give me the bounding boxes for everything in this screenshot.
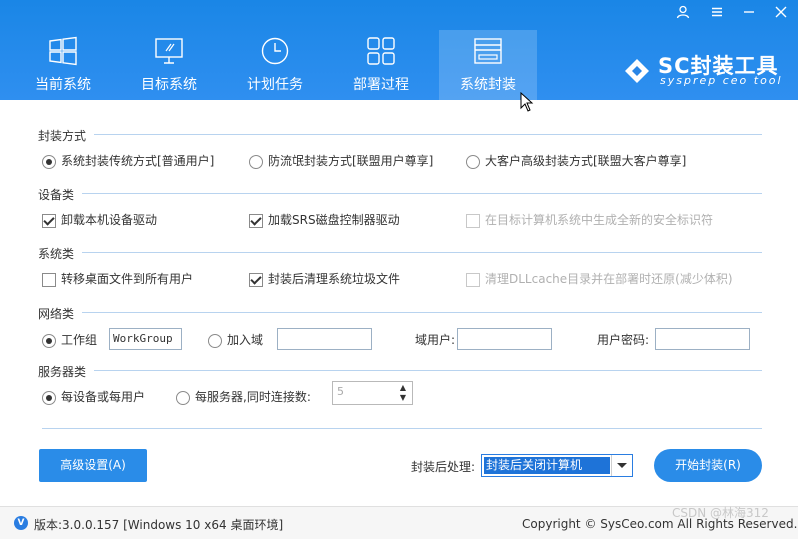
- checkbox-icon: [42, 213, 56, 228]
- option-label: 工作组: [61, 333, 98, 347]
- checkbox-load-srs[interactable]: 加载SRS磁盘控制器驱动: [249, 211, 400, 229]
- app-logo: SC封装工具 sysprep ceo tool: [622, 50, 792, 90]
- tab-label: 计划任务: [247, 77, 303, 93]
- section-title-network: 网络类: [38, 307, 75, 321]
- option-label: 防流氓封装方式[联盟用户尊享]: [268, 154, 434, 168]
- menu-icon[interactable]: [708, 5, 726, 23]
- checkbox-icon: [249, 213, 263, 228]
- checkbox-icon: [466, 272, 480, 287]
- checkbox-icon: [42, 272, 56, 287]
- chevron-up-icon[interactable]: ▲: [396, 383, 410, 393]
- checkbox-icon: [466, 213, 480, 228]
- radio-icon: [176, 390, 190, 405]
- workgroup-input[interactable]: WorkGroup: [109, 328, 182, 350]
- radio-pack-traditional[interactable]: 系统封装传统方式[普通用户]: [42, 152, 214, 170]
- tab-target-system[interactable]: 目标系统: [120, 30, 218, 100]
- password-label: 用户密码:: [597, 333, 650, 347]
- domain-user-input[interactable]: [457, 328, 552, 350]
- option-label: 封装后清理系统垃圾文件: [268, 272, 401, 286]
- section-divider: [94, 370, 762, 371]
- radio-workgroup[interactable]: 工作组: [42, 331, 97, 349]
- monitor-icon: [155, 38, 183, 64]
- post-process-select[interactable]: 封装后关闭计算机: [481, 454, 633, 477]
- tab-scheduled-tasks[interactable]: 计划任务: [226, 30, 324, 100]
- bottom-divider: [42, 428, 762, 429]
- logo-subtitle: sysprep ceo tool: [660, 74, 783, 87]
- start-pack-button[interactable]: 开始封装(R): [654, 449, 762, 482]
- drive-icon: [474, 38, 502, 64]
- clock-icon: [261, 37, 289, 65]
- radio-icon: [42, 390, 56, 405]
- radio-icon: [42, 154, 56, 169]
- option-label: 加载SRS磁盘控制器驱动: [268, 213, 400, 227]
- domain-input[interactable]: [277, 328, 372, 350]
- tab-label: 系统封装: [460, 77, 516, 93]
- dropdown-arrow-icon[interactable]: [611, 455, 632, 476]
- radio-per-server[interactable]: 每服务器,同时连接数:: [176, 388, 311, 406]
- section-divider: [94, 134, 762, 135]
- version-text: 版本:3.0.0.157 [Windows 10 x64 桌面环境]: [34, 518, 284, 532]
- checkbox-icon: [249, 272, 263, 287]
- tab-system-pack[interactable]: 系统封装: [439, 30, 537, 100]
- close-icon[interactable]: [772, 5, 790, 23]
- radio-icon: [208, 333, 222, 348]
- radio-pack-anti-rogue[interactable]: 防流氓封装方式[联盟用户尊享]: [249, 152, 433, 170]
- option-label: 在目标计算机系统中生成全新的安全标识符: [485, 213, 714, 227]
- tab-current-system[interactable]: 当前系统: [14, 30, 112, 100]
- option-label: 转移桌面文件到所有用户: [61, 272, 194, 286]
- option-label: 卸载本机设备驱动: [61, 213, 158, 227]
- domain-user-label: 域用户:: [415, 333, 456, 347]
- radio-per-device[interactable]: 每设备或每用户: [42, 388, 145, 406]
- section-title-pack-mode: 封装方式: [38, 129, 87, 143]
- option-label: 大客户高级封装方式[联盟大客户尊享]: [485, 154, 687, 168]
- checkbox-uninstall-drivers[interactable]: 卸载本机设备驱动: [42, 211, 157, 229]
- radio-join-domain[interactable]: 加入域: [208, 331, 263, 349]
- section-title-server: 服务器类: [38, 365, 87, 379]
- watermark-text: CSDN @林海312: [672, 506, 769, 520]
- post-process-label: 封装后处理:: [411, 460, 476, 474]
- connections-value: 5: [337, 385, 344, 398]
- option-label: 系统封装传统方式[普通用户]: [61, 154, 215, 168]
- radio-icon: [466, 154, 480, 169]
- tab-label: 当前系统: [35, 77, 91, 93]
- option-label: 每设备或每用户: [61, 390, 146, 404]
- section-divider: [82, 252, 762, 253]
- user-icon[interactable]: [674, 5, 692, 23]
- checkbox-new-sid[interactable]: 在目标计算机系统中生成全新的安全标识符: [466, 211, 713, 229]
- section-divider: [82, 193, 762, 194]
- post-process-value: 封装后关闭计算机: [484, 457, 610, 474]
- connections-stepper[interactable]: 5 ▲ ▼: [332, 381, 413, 405]
- section-title-devices: 设备类: [38, 188, 75, 202]
- section-divider: [82, 312, 762, 313]
- radio-icon: [249, 154, 263, 169]
- advanced-settings-button[interactable]: 高级设置(A): [39, 449, 147, 482]
- option-label: 每服务器,同时连接数:: [195, 390, 311, 404]
- mouse-cursor-icon: [520, 92, 534, 112]
- tab-deployment[interactable]: 部署过程: [332, 30, 430, 100]
- radio-icon: [42, 333, 56, 348]
- header-bar: 当前系统 目标系统 计划任务 部署过程 系统封装 SC封装工具 sysprep …: [0, 0, 798, 100]
- password-input[interactable]: [655, 328, 750, 350]
- minimize-icon[interactable]: [740, 5, 758, 23]
- version-icon: V: [14, 516, 28, 530]
- checkbox-clean-junk[interactable]: 封装后清理系统垃圾文件: [249, 270, 400, 288]
- checkbox-clean-dllcache[interactable]: 清理DLLcache目录并在部署时还原(减少体积): [466, 270, 733, 288]
- radio-pack-enterprise[interactable]: 大客户高级封装方式[联盟大客户尊享]: [466, 152, 686, 170]
- tab-label: 部署过程: [353, 77, 409, 93]
- checkbox-move-desktop[interactable]: 转移桌面文件到所有用户: [42, 270, 193, 288]
- chevron-down-icon[interactable]: ▼: [396, 393, 410, 403]
- windows-logo-icon: [49, 36, 77, 66]
- option-label: 清理DLLcache目录并在部署时还原(减少体积): [485, 272, 733, 286]
- tab-label: 目标系统: [141, 77, 197, 93]
- section-title-system: 系统类: [38, 247, 75, 261]
- grid-icon: [367, 37, 395, 65]
- sc-logo-icon: [625, 59, 649, 83]
- option-label: 加入域: [227, 333, 264, 347]
